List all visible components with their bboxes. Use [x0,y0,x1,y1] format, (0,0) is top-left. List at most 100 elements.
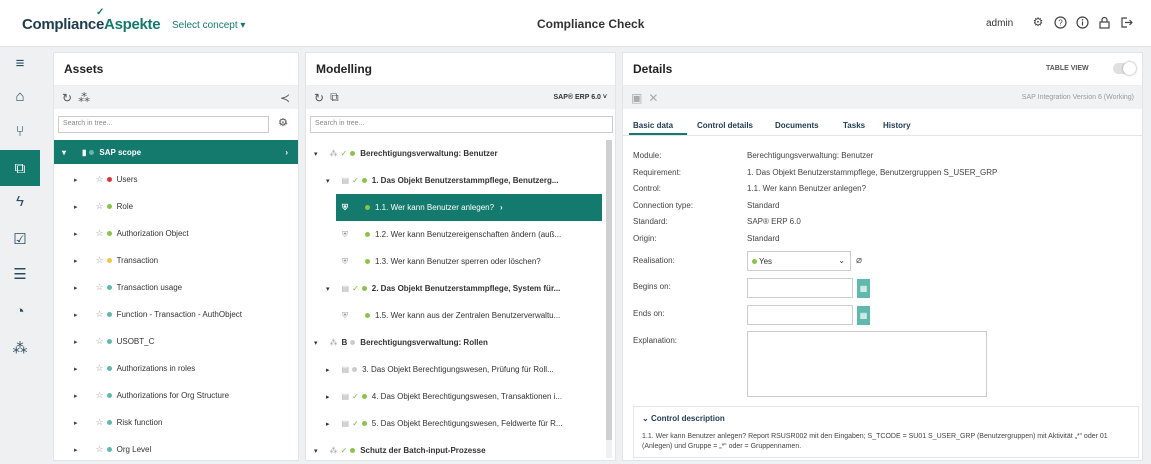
star-icon[interactable]: ☆ [96,282,104,293]
tree-root-sap-scope[interactable]: ▾ ▮ SAP scope › [54,140,298,164]
tab-documents[interactable]: Documents [775,121,819,130]
modelling-tree-item[interactable]: ▾ ⁂ ✓ Berechtigungsverwaltung: Benutzer [306,140,498,167]
attachment-icon[interactable]: ⌀ [856,255,862,266]
lock-icon[interactable] [1097,15,1111,29]
copy-icon[interactable]: ⧉ [330,90,339,105]
asset-tree-item[interactable]: ▸ ☆ Authorizations in roles [54,355,195,382]
modelling-tree-item[interactable]: ▾ ▤ ✓ 1. Das Objekt Benutzerstammpflege, Be… [306,167,559,194]
caret-right-icon: ▸ [74,365,78,373]
modelling-toolbar: ↻ ⧉ SAP® ERP 6.0 ˅ [306,86,615,109]
modelling-tree-item[interactable]: ⛨ 1.5. Wer kann aus der Zentralen Benutze… [336,302,602,329]
tree-structure-icon[interactable]: ⑂ [0,117,40,145]
tab-control-details[interactable]: Control details [697,121,753,130]
search-settings-gear-icon[interactable]: ⚙ [278,116,288,129]
tab-tasks[interactable]: Tasks [843,121,865,130]
modelling-tree-item[interactable]: ⛨ 1.3. Wer kann Benutzer sperren oder lös… [336,248,602,275]
folder-icon: ▮ [82,147,87,157]
asset-tree-item[interactable]: ▸ ☆ USOBT_C [54,328,154,355]
row-prefix: B [341,338,348,347]
modelling-search-input[interactable]: Search in tree... [310,116,613,133]
hierarchy-icon[interactable]: ⁂ [78,91,90,105]
scrollbar-thumb[interactable] [606,140,612,440]
tab-basic-data[interactable]: Basic data [633,121,673,130]
asset-tree-item[interactable]: ▸ ☆ Transaction [54,247,158,274]
compliance-check-icon[interactable]: ⧉ [0,150,40,186]
logout-icon[interactable] [1119,15,1133,29]
scrollbar[interactable] [606,140,612,458]
share-icon[interactable]: ≺ [280,91,290,105]
star-icon[interactable]: ☆ [96,417,104,428]
ends-on-input[interactable] [747,305,853,325]
table-view-toggle[interactable] [1113,62,1136,75]
field-label: Standard: [633,217,668,226]
report-icon[interactable]: ☰ [0,260,40,288]
star-icon[interactable]: ☆ [96,336,104,347]
star-icon[interactable]: ☆ [96,309,104,320]
star-icon[interactable]: ☆ [96,363,104,374]
status-dot [752,259,757,264]
caret-icon: ▸ [326,393,330,401]
checklist-icon[interactable]: ☑ [0,225,40,253]
modelling-tree-item[interactable]: ⛨ 1.1. Wer kann Benutzer anlegen? › [336,194,602,221]
assets-search-input[interactable]: Search in tree... [58,116,269,133]
refresh-icon[interactable]: ↻ [62,91,72,105]
row-label: 5. Das Objekt Berechtigungswesen, Feldwe… [371,419,563,428]
chart-icon[interactable]: ◔ [0,297,40,325]
explanation-textarea[interactable] [747,331,987,397]
field-value: SAP® ERP 6.0 [747,217,801,226]
modelling-tree-item[interactable]: ▾ ⁂ B Berechtigungsverwaltung: Rollen [306,329,488,356]
asset-tree-item[interactable]: ▸ ☆ Function - Transaction - AuthObject [54,301,242,328]
calendar-icon[interactable]: ▦ [857,279,870,298]
menu-icon[interactable]: ≡ [0,49,40,77]
help-icon[interactable]: ? [1053,15,1067,29]
app-logo[interactable]: ComplianceAspekte ✓ [22,7,161,33]
refresh-icon[interactable]: ↻ [314,91,324,105]
asset-label: Risk function [116,418,163,427]
save-icon[interactable]: ▣ [631,91,642,105]
caret-icon: ▸ [326,420,330,428]
row-label: Berechtigungsverwaltung: Benutzer [360,149,498,158]
row-label: 1. Das Objekt Benutzerstammpflege, Benut… [371,176,559,185]
control-description-header[interactable]: ⌄ Control description [642,414,725,423]
asset-tree-item[interactable]: ▸ ☆ Transaction usage [54,274,182,301]
asset-tree-item[interactable]: ▸ ☆ Authorization Object [54,220,189,247]
caret-right-icon: ▸ [74,311,78,319]
asset-label: Org Level [116,445,152,454]
lightning-icon[interactable]: ϟ [0,187,40,215]
star-icon[interactable]: ☆ [96,444,104,455]
hierarchy-icon: ⁂ [329,149,338,158]
select-concept-dropdown[interactable]: Select concept ▾ [172,20,245,31]
info-icon[interactable] [1075,15,1089,29]
user-name[interactable]: admin [986,18,1013,29]
standard-select[interactable]: SAP® ERP 6.0 ˅ [554,94,607,101]
modelling-tree-item[interactable]: ▾ ⁂ ✓ Schutz der Batch-input-Prozesse [306,437,486,464]
network-icon[interactable]: ⁂ [0,334,40,362]
modelling-tree-item[interactable]: ⛨ 1.2. Wer kann Benutzereigenschaften änd… [336,221,602,248]
calendar-icon[interactable]: ▦ [857,306,870,325]
asset-tree-item[interactable]: ▸ ☆ Users [54,166,137,193]
begins-on-input[interactable] [747,278,853,298]
star-icon[interactable]: ☆ [96,201,104,212]
tab-history[interactable]: History [883,121,911,130]
details-panel: Details TABLE VIEW ▣ ✕ SAP Integration V… [622,52,1143,461]
status-dot [106,204,112,209]
asset-tree-item[interactable]: ▸ ☆ Org Level [54,436,151,463]
asset-tree-item[interactable]: ▸ ☆ Risk function [54,409,162,436]
modelling-panel: Modelling ↻ ⧉ SAP® ERP 6.0 ˅ Search in t… [305,52,616,461]
asset-tree-item[interactable]: ▸ ☆ Role [54,193,133,220]
star-icon[interactable]: ☆ [96,228,104,239]
star-icon[interactable]: ☆ [96,390,104,401]
modelling-tree-item[interactable]: ▸ ▤ 3. Das Objekt Berechtigungswesen, Prüf… [306,356,554,383]
star-icon[interactable]: ☆ [96,174,104,185]
close-icon[interactable]: ✕ [648,91,658,105]
modelling-tree-item[interactable]: ▾ ▤ ✓ 2. Das Objekt Benutzerstammpflege, Sy… [306,275,560,302]
star-icon[interactable]: ☆ [96,255,104,266]
table-view-label: TABLE VIEW [1046,65,1089,72]
shield-icon: ⛨ [342,256,348,266]
modelling-tree-item[interactable]: ▸ ▤ ✓ 5. Das Objekt Berechtigungswesen, Fel… [306,410,563,437]
assets-icon[interactable]: ⌂ [0,82,40,110]
settings-gear-icon[interactable]: ⚙ [1031,15,1045,29]
modelling-tree-item[interactable]: ▸ ▤ ✓ 4. Das Objekt Berechtigungswesen, Tra… [306,383,562,410]
asset-tree-item[interactable]: ▸ ☆ Authorizations for Org Structure [54,382,229,409]
realisation-select[interactable]: Yes ⌄ [747,251,851,271]
